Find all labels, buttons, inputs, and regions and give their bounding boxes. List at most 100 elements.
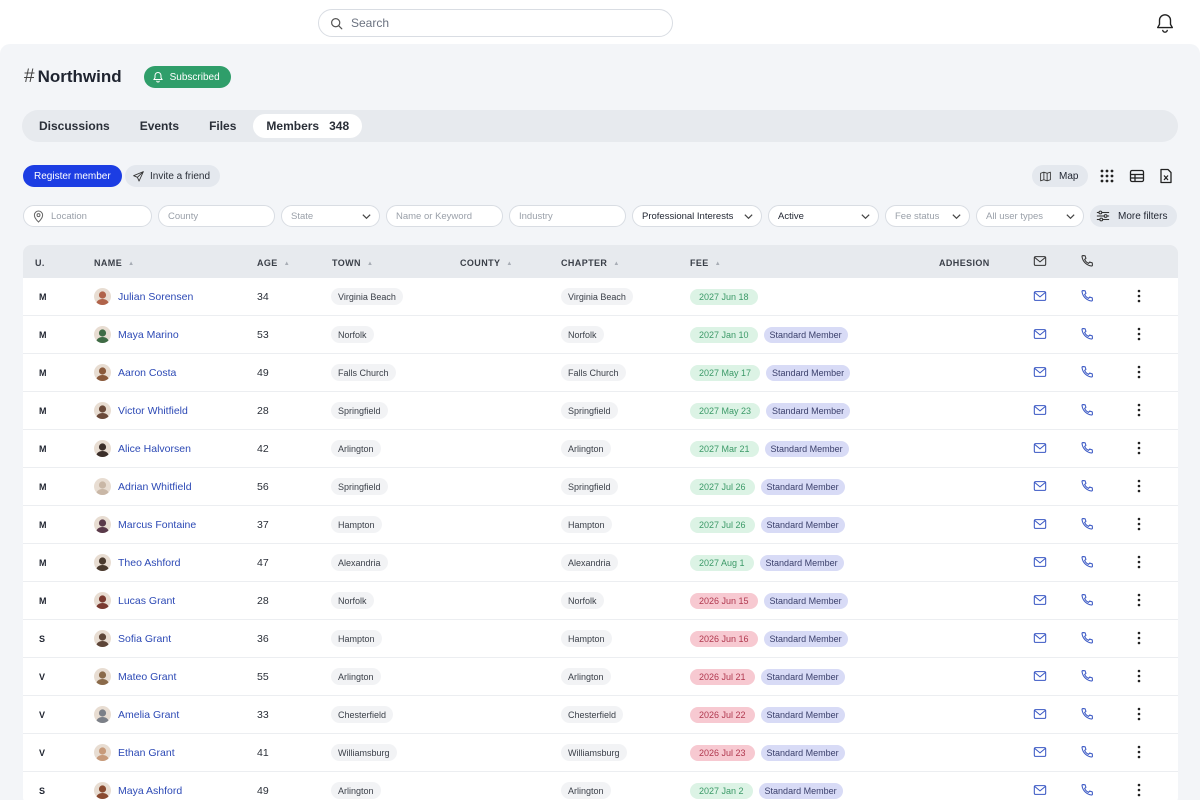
mail-icon[interactable] [1033,555,1047,569]
register-member-button[interactable]: Register member [23,165,122,187]
phone-icon[interactable] [1080,783,1094,797]
phone-icon[interactable] [1080,289,1094,303]
member-name-link[interactable]: Ethan Grant [118,747,175,759]
table-row[interactable]: M Lucas Grant 28 Norfolk Norfolk 2026 Jun 15 S… [23,582,1178,620]
table-row[interactable]: S Sofia Grant 36 Hampton Hampton 2026 Jun 16 S… [23,620,1178,658]
more-options-icon[interactable] [1132,288,1146,304]
mail-icon[interactable] [1033,593,1047,607]
member-name-link[interactable]: Theo Ashford [118,557,180,569]
avatar[interactable] [94,516,111,533]
table-row[interactable]: M Julian Sorensen 34 Virginia Beach Virginia… [23,278,1178,316]
phone-icon[interactable] [1080,631,1094,645]
mail-icon[interactable] [1033,707,1047,721]
mail-icon[interactable] [1033,745,1047,759]
table-row[interactable]: M Aaron Costa 49 Falls Church Falls Church 20… [23,354,1178,392]
table-view-icon[interactable] [1129,168,1145,184]
mail-icon[interactable] [1033,783,1047,797]
mail-icon[interactable] [1033,669,1047,683]
avatar[interactable] [94,782,111,799]
member-name-link[interactable]: Victor Whitfield [118,405,188,417]
more-options-icon[interactable] [1132,364,1146,380]
status-dropdown[interactable]: Active [768,205,879,227]
avatar[interactable] [94,440,111,457]
member-name-link[interactable]: Sofia Grant [118,633,171,645]
mail-icon[interactable] [1033,289,1047,303]
more-filters-button[interactable]: More filters [1090,205,1178,227]
mail-icon[interactable] [1033,403,1047,417]
more-options-icon[interactable] [1132,402,1146,418]
header-u[interactable]: U. [35,258,45,268]
phone-icon[interactable] [1080,707,1094,721]
more-options-icon[interactable] [1132,744,1146,760]
avatar[interactable] [94,364,111,381]
table-row[interactable]: M Adrian Whitfield 56 Springfield Springfiel… [23,468,1178,506]
subscribed-button[interactable]: Subscribed [143,66,231,88]
member-name-link[interactable]: Aaron Costa [118,367,176,379]
avatar[interactable] [94,288,111,305]
member-name-link[interactable]: Julian Sorensen [118,291,193,303]
table-row[interactable]: S Maya Ashford 49 Arlington Arlington 2027 Ja… [23,772,1178,800]
state-dropdown[interactable]: State [281,205,380,227]
more-options-icon[interactable] [1132,706,1146,722]
search-box[interactable] [318,9,673,37]
invite-friend-button[interactable]: Invite a friend [125,165,221,187]
more-options-icon[interactable] [1132,516,1146,532]
tab-members[interactable]: Members 348 [253,114,363,138]
table-row[interactable]: M Alice Halvorsen 42 Arlington Arlington 2027… [23,430,1178,468]
avatar[interactable] [94,706,111,723]
header-town[interactable]: TOWN ▲ [332,258,373,268]
tab-events[interactable]: Events [127,114,192,138]
table-row[interactable]: V Amelia Grant 33 Chesterfield Chesterfield 2… [23,696,1178,734]
table-row[interactable]: M Theo Ashford 47 Alexandria Alexandria 2027 … [23,544,1178,582]
member-name-link[interactable]: Alice Halvorsen [118,443,191,455]
avatar[interactable] [94,744,111,761]
notification-bell-icon[interactable] [1154,12,1176,34]
mail-icon[interactable] [1033,327,1047,341]
more-options-icon[interactable] [1132,630,1146,646]
table-row[interactable]: V Mateo Grant 55 Arlington Arlington 2026 Jul… [23,658,1178,696]
phone-icon[interactable] [1080,365,1094,379]
avatar[interactable] [94,478,111,495]
phone-icon[interactable] [1080,555,1094,569]
more-options-icon[interactable] [1132,554,1146,570]
avatar[interactable] [94,630,111,647]
avatar[interactable] [94,668,111,685]
member-name-link[interactable]: Amelia Grant [118,709,179,721]
fee-status-dropdown[interactable]: Fee status [885,205,970,227]
map-button[interactable]: Map [1032,165,1089,187]
mail-icon[interactable] [1033,631,1047,645]
header-chapter[interactable]: CHAPTER ▲ [561,258,620,268]
user-types-dropdown[interactable]: All user types [976,205,1084,227]
phone-icon[interactable] [1080,745,1094,759]
grid-view-icon[interactable] [1099,168,1115,184]
mail-icon[interactable] [1033,441,1047,455]
more-options-icon[interactable] [1132,478,1146,494]
phone-icon[interactable] [1080,327,1094,341]
avatar[interactable] [94,554,111,571]
phone-icon[interactable] [1080,517,1094,531]
more-options-icon[interactable] [1132,592,1146,608]
phone-icon[interactable] [1080,403,1094,417]
interests-dropdown[interactable]: Professional Interests [632,205,762,227]
header-adhesion[interactable]: ADHESION [939,258,990,268]
tab-discussions[interactable]: Discussions [26,114,123,138]
member-name-link[interactable]: Mateo Grant [118,671,176,683]
search-input[interactable] [351,16,651,30]
avatar[interactable] [94,592,111,609]
phone-icon[interactable] [1080,441,1094,455]
member-name-link[interactable]: Maya Marino [118,329,179,341]
table-row[interactable]: V Ethan Grant 41 Williamsburg Williamsburg 20… [23,734,1178,772]
keyword-filter[interactable]: Name or Keyword [386,205,503,227]
mail-icon[interactable] [1033,479,1047,493]
avatar[interactable] [94,402,111,419]
member-name-link[interactable]: Adrian Whitfield [118,481,192,493]
avatar[interactable] [94,326,111,343]
mail-icon[interactable] [1033,365,1047,379]
location-filter[interactable]: Location [23,205,152,227]
member-name-link[interactable]: Maya Ashford [118,785,182,797]
member-name-link[interactable]: Lucas Grant [118,595,175,607]
mail-icon[interactable] [1033,517,1047,531]
industry-filter[interactable]: Industry [509,205,626,227]
header-name[interactable]: NAME ▲ [94,258,134,268]
more-options-icon[interactable] [1132,782,1146,798]
